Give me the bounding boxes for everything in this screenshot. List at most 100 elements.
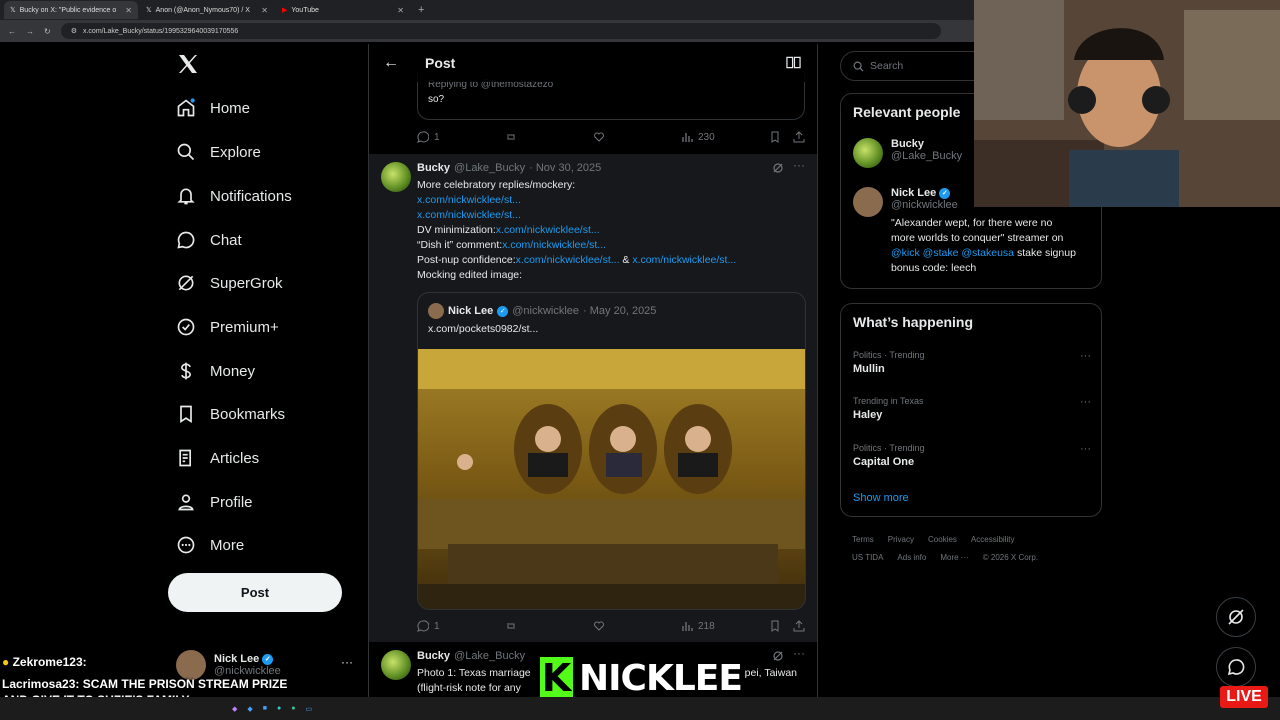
link[interactable]: x.com/nickwicklee/st... xyxy=(417,209,521,221)
edited-temple-image[interactable] xyxy=(418,349,806,610)
forward-icon[interactable]: → xyxy=(26,27,34,36)
chat-badge-icon: ● xyxy=(2,655,10,669)
avatar xyxy=(428,303,444,319)
app-icon[interactable]: ▭ xyxy=(305,705,312,713)
browser-tab[interactable]: 𝕏 Bucky on X: "Public evidence o ✕ xyxy=(4,1,138,19)
x-favicon-icon: 𝕏 xyxy=(10,7,16,14)
nav-supergrok[interactable]: SuperGrok xyxy=(176,273,283,293)
reload-icon[interactable]: ↻ xyxy=(44,27,51,36)
link[interactable]: x.com/nickwicklee/st... xyxy=(516,254,620,266)
verified-badge-icon: ✓ xyxy=(497,305,509,317)
nav-profile[interactable]: Profile xyxy=(176,492,253,512)
browser-tab[interactable]: ▶ YouTube ✕ xyxy=(276,1,410,19)
views-button[interactable]: 230 xyxy=(681,131,769,143)
bell-icon xyxy=(177,188,195,205)
trend-item[interactable]: Politics · Trending Mullin ··· xyxy=(853,350,1091,375)
nav-articles[interactable]: Articles xyxy=(176,448,259,468)
address-bar[interactable]: ⚙ x.com/Lake_Bucky/status/199532964003917… xyxy=(60,23,941,39)
grok-fab[interactable] xyxy=(1216,597,1256,637)
link[interactable]: x.com/nickwicklee/st... xyxy=(417,194,521,206)
share-icon[interactable] xyxy=(793,620,805,632)
x-favicon-icon: 𝕏 xyxy=(146,7,152,14)
nav-chat[interactable]: Chat xyxy=(176,230,242,250)
repost-button[interactable] xyxy=(505,131,593,143)
more-options-icon[interactable]: ··· xyxy=(793,646,805,660)
share-icon[interactable] xyxy=(793,131,805,143)
views-chart-icon xyxy=(682,622,693,631)
link[interactable]: x.com/nickwicklee/st... xyxy=(496,224,600,236)
x-logo-icon[interactable] xyxy=(176,52,200,76)
app-icon[interactable]: ■ xyxy=(263,705,267,713)
bookmark-icon[interactable] xyxy=(769,131,781,143)
edge-icon[interactable]: ● xyxy=(291,705,295,713)
footer-link[interactable]: Cookies xyxy=(928,535,957,544)
author-handle[interactable]: @Lake_Bucky xyxy=(454,162,525,174)
author-name[interactable]: Bucky xyxy=(417,162,450,174)
more-options-icon[interactable]: ··· xyxy=(1080,443,1091,455)
browser-tab[interactable]: 𝕏 Anon (@Anon_Nymous70) / X ✕ xyxy=(140,1,274,19)
like-button[interactable] xyxy=(593,131,681,143)
footer-link[interactable]: Accessibility xyxy=(971,535,1015,544)
tweet[interactable]: Bucky @Lake_Bucky · Nov 30, 2025 ··· Mor… xyxy=(369,154,817,642)
post-header: ← Post xyxy=(369,44,817,82)
more-options-icon[interactable]: ··· xyxy=(1080,350,1091,362)
youtube-favicon-icon: ▶ xyxy=(282,7,288,14)
nav-more[interactable]: More xyxy=(176,535,244,555)
close-tab-icon[interactable]: ✕ xyxy=(125,6,132,15)
back-arrow-icon[interactable]: ← xyxy=(383,54,399,72)
site-info-icon: ⚙ xyxy=(70,28,77,35)
nav-notifications[interactable]: Notifications xyxy=(176,186,292,206)
avatar[interactable] xyxy=(381,650,411,680)
kick-logo-icon: K xyxy=(538,655,576,701)
app-icon[interactable]: ◆ xyxy=(247,705,252,713)
tweet-date[interactable]: · Nov 30, 2025 xyxy=(529,162,601,174)
repost-button[interactable] xyxy=(505,620,593,632)
app-icon[interactable]: ● xyxy=(277,705,281,713)
footer-link[interactable]: Ads info xyxy=(897,553,926,562)
like-button[interactable] xyxy=(593,620,681,632)
main-column: ← Post Replying to @themostazezo so? 1 2… xyxy=(368,44,818,720)
nav-home[interactable]: Home xyxy=(176,98,250,118)
heart-icon xyxy=(594,621,604,631)
close-tab-icon[interactable]: ✕ xyxy=(261,6,268,15)
nav-explore[interactable]: Explore xyxy=(176,142,261,162)
avatar xyxy=(853,187,883,217)
quoted-tweet-card[interactable]: Nick Lee ✓ @nickwicklee · May 20, 2025 x… xyxy=(417,292,806,610)
footer-link[interactable]: More ··· xyxy=(940,553,968,562)
grok-icon[interactable] xyxy=(772,650,784,662)
trend-item[interactable]: Trending in Texas Haley ··· xyxy=(853,396,1091,421)
footer-link[interactable]: US TIDA xyxy=(852,553,883,562)
more-options-icon[interactable]: ··· xyxy=(1080,396,1091,408)
footer-link[interactable]: Terms xyxy=(852,535,874,544)
home-icon xyxy=(177,98,195,117)
bookmark-icon[interactable] xyxy=(769,620,781,632)
trend-item[interactable]: Politics · Trending Capital One ··· xyxy=(853,443,1091,468)
reply-button[interactable]: 1 xyxy=(417,620,505,632)
back-icon[interactable]: ← xyxy=(8,27,16,36)
show-more-link[interactable]: Show more xyxy=(853,492,909,504)
new-tab-button[interactable]: + xyxy=(418,4,424,16)
streamer-webcam-image xyxy=(974,0,1280,207)
search-icon xyxy=(177,143,195,161)
streamer-name-banner: K NICKLEE xyxy=(538,654,744,702)
link[interactable]: x.com/nickwicklee/st... xyxy=(632,254,736,266)
whats-happening-panel: What’s happening Politics · Trending Mul… xyxy=(840,303,1102,517)
close-tab-icon[interactable]: ✕ xyxy=(397,6,404,15)
nav-premium[interactable]: Premium+ xyxy=(176,317,279,337)
footer-link[interactable]: Privacy xyxy=(888,535,914,544)
more-options-icon[interactable]: ··· xyxy=(793,158,805,172)
reader-mode-icon[interactable] xyxy=(786,56,801,69)
nav-bookmarks[interactable]: Bookmarks xyxy=(176,404,285,424)
nav-money[interactable]: Money xyxy=(176,361,255,381)
grok-icon[interactable] xyxy=(772,162,784,174)
chat-fab[interactable] xyxy=(1216,647,1256,687)
post-button[interactable]: Post xyxy=(168,573,342,612)
avatar[interactable] xyxy=(381,162,411,192)
reply-button[interactable]: 1 xyxy=(417,131,505,143)
link[interactable]: x.com/nickwicklee/st... xyxy=(502,239,606,251)
app-icon[interactable]: ◆ xyxy=(232,705,237,713)
repost-icon xyxy=(507,623,515,629)
person-card[interactable]: Bucky @Lake_Bucky xyxy=(853,138,962,168)
views-button[interactable]: 218 xyxy=(681,620,769,632)
tweet-text: More celebratory replies/mockery: x.com/… xyxy=(417,179,737,281)
